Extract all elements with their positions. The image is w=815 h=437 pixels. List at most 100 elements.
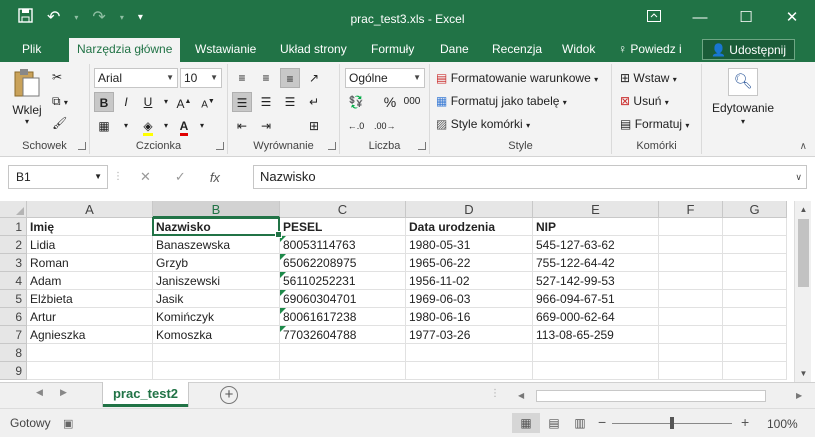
underline-button[interactable]: U — [138, 92, 158, 112]
cell-g1[interactable] — [723, 218, 787, 236]
wrap-text-icon[interactable]: ↵ — [304, 92, 324, 112]
horizontal-scroll-thumb[interactable] — [536, 390, 766, 402]
scroll-down-icon[interactable]: ▼ — [795, 365, 812, 382]
zoom-level[interactable]: 100% — [767, 417, 798, 431]
cell-a4[interactable]: Adam — [27, 272, 153, 290]
fill-color-dropdown-icon[interactable]: ▾ — [156, 116, 176, 136]
formula-input[interactable]: Nazwisko ∨ — [253, 165, 807, 189]
cell-g3[interactable] — [723, 254, 787, 272]
align-bottom-icon[interactable]: ≡ — [280, 68, 300, 88]
cell-d9[interactable] — [406, 362, 533, 380]
column-header-g[interactable]: G — [723, 201, 787, 218]
font-name-combo[interactable]: Arial ▼ — [94, 68, 178, 88]
cell-g7[interactable] — [723, 326, 787, 344]
macro-record-icon[interactable]: ▣ — [63, 417, 73, 430]
cell-f7[interactable] — [659, 326, 723, 344]
cell-a2[interactable]: Lidia — [27, 236, 153, 254]
row-header-3[interactable]: 3 — [0, 254, 27, 272]
zoom-out-icon[interactable]: − — [598, 414, 606, 430]
font-launcher-icon[interactable] — [216, 142, 224, 150]
column-header-f[interactable]: F — [659, 201, 723, 218]
row-header-5[interactable]: 5 — [0, 290, 27, 308]
close-icon[interactable]: ✕ — [769, 0, 815, 38]
format-painter-icon[interactable]: 🖌 — [52, 114, 67, 132]
cell-e2[interactable]: 545-127-63-62 — [533, 236, 659, 254]
font-color-dropdown-icon[interactable]: ▾ — [192, 116, 212, 136]
cell-d4[interactable]: 1956-11-02 — [406, 272, 533, 290]
cell-d3[interactable]: 1965-06-22 — [406, 254, 533, 272]
cut-icon[interactable]: ✂ — [52, 68, 62, 86]
cell-b3[interactable]: Grzyb — [153, 254, 280, 272]
minimize-icon[interactable]: — — [677, 0, 723, 38]
tab-split-handle[interactable]: ⋮ — [490, 388, 500, 399]
cell-c2[interactable]: 80053114763 — [280, 236, 406, 254]
sheet-tab-active[interactable]: prac_test2 — [103, 382, 188, 407]
cell-e7[interactable]: 113-08-65-259 — [533, 326, 659, 344]
paste-button[interactable]: Wklej ▾ — [10, 68, 44, 127]
decrease-decimal-icon[interactable]: .00→ — [374, 116, 396, 136]
cell-f6[interactable] — [659, 308, 723, 326]
share-button[interactable]: 👤 Udostępnij — [702, 39, 795, 60]
column-header-e[interactable]: E — [533, 201, 659, 218]
clipboard-launcher-icon[interactable] — [78, 142, 86, 150]
cell-a1[interactable]: Imię — [27, 218, 153, 236]
cell-a5[interactable]: Elżbieta — [27, 290, 153, 308]
scroll-right-icon[interactable]: ▶ — [796, 389, 802, 403]
align-top-icon[interactable]: ≡ — [232, 68, 252, 88]
cell-f8[interactable] — [659, 344, 723, 362]
font-color-icon[interactable]: A — [174, 116, 194, 136]
format-as-table-button[interactable]: ▦ Formatuj jako tabelę ▾ — [436, 92, 567, 112]
accounting-format-icon[interactable]: 💱 — [346, 92, 366, 112]
row-header-6[interactable]: 6 — [0, 308, 27, 326]
cell-e4[interactable]: 527-142-99-53 — [533, 272, 659, 290]
name-box[interactable]: B1 ▼ — [8, 165, 108, 189]
percent-style-button[interactable]: % — [380, 92, 400, 112]
cell-b2[interactable]: Banaszewska — [153, 236, 280, 254]
cell-g9[interactable] — [723, 362, 787, 380]
vertical-scrollbar[interactable]: ▲ ▼ — [794, 201, 811, 382]
cell-b1[interactable]: Nazwisko — [153, 218, 280, 236]
shrink-font-icon[interactable]: A▼ — [198, 92, 218, 112]
cell-f1[interactable] — [659, 218, 723, 236]
italic-button[interactable]: I — [116, 92, 136, 112]
cell-a6[interactable]: Artur — [27, 308, 153, 326]
cell-c5[interactable]: 69060304701 — [280, 290, 406, 308]
cell-g8[interactable] — [723, 344, 787, 362]
grow-font-icon[interactable]: A▲ — [174, 92, 194, 112]
tab-data[interactable]: Dane — [440, 38, 469, 62]
zoom-in-icon[interactable]: + — [741, 414, 749, 430]
zoom-slider-thumb[interactable] — [670, 417, 674, 429]
align-left-icon[interactable]: ☰ — [232, 92, 252, 112]
column-header-c[interactable]: C — [280, 201, 406, 218]
row-header-9[interactable]: 9 — [0, 362, 27, 380]
cell-e8[interactable] — [533, 344, 659, 362]
ribbon-display-options-icon[interactable] — [631, 0, 677, 38]
scroll-up-icon[interactable]: ▲ — [795, 201, 812, 218]
bold-button[interactable]: B — [94, 92, 114, 112]
cell-d7[interactable]: 1977-03-26 — [406, 326, 533, 344]
cell-c1[interactable]: PESEL — [280, 218, 406, 236]
column-header-d[interactable]: D — [406, 201, 533, 218]
cell-d2[interactable]: 1980-05-31 — [406, 236, 533, 254]
tab-home[interactable]: Narzędzia główne — [69, 38, 181, 63]
cell-a8[interactable] — [27, 344, 153, 362]
cell-f4[interactable] — [659, 272, 723, 290]
cell-c4[interactable]: 56110252231 — [280, 272, 406, 290]
enter-icon[interactable]: ✓ — [175, 169, 186, 185]
format-cells-button[interactable]: ▤ Formatuj ▾ — [620, 115, 689, 135]
cell-b8[interactable] — [153, 344, 280, 362]
editing-button[interactable]: 🔍︎ Edytowanie ▾ — [708, 68, 778, 127]
cell-b7[interactable]: Komoszka — [153, 326, 280, 344]
tab-file[interactable]: Plik — [22, 38, 41, 62]
cell-d6[interactable]: 1980-06-16 — [406, 308, 533, 326]
cell-g5[interactable] — [723, 290, 787, 308]
cell-e9[interactable] — [533, 362, 659, 380]
cell-f3[interactable] — [659, 254, 723, 272]
alignment-launcher-icon[interactable] — [328, 142, 336, 150]
row-header-8[interactable]: 8 — [0, 344, 27, 362]
align-right-icon[interactable]: ☰ — [280, 92, 300, 112]
cell-g2[interactable] — [723, 236, 787, 254]
font-size-combo[interactable]: 10 ▼ — [180, 68, 222, 88]
cell-f5[interactable] — [659, 290, 723, 308]
tab-view[interactable]: Widok — [562, 38, 595, 62]
